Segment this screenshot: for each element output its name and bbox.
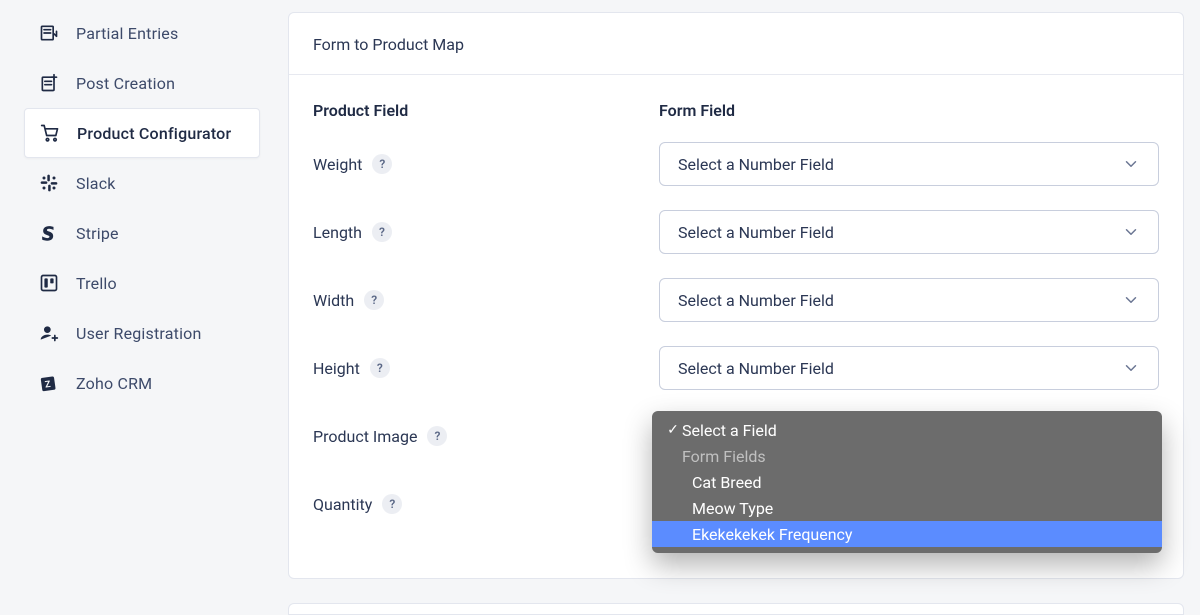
help-icon[interactable]: ? <box>370 358 390 378</box>
chevron-down-icon <box>1122 223 1140 241</box>
sidebar-item-label: Product Configurator <box>77 124 245 143</box>
dropdown-option-ekekekekek-frequency[interactable]: Ekekekekek Frequency <box>652 521 1162 547</box>
dropdown-option-label: Ekekekekek Frequency <box>692 525 853 544</box>
form-to-product-map-panel: Form to Product Map Product Field Form F… <box>288 12 1184 579</box>
dropdown-option-label: Meow Type <box>692 499 773 518</box>
form-field-dropdown[interactable]: ✓ Select a Field Form Fields Cat Breed <box>652 411 1162 553</box>
checkmark-icon: ✓ <box>664 422 682 438</box>
dropdown-group-label: Form Fields <box>682 447 766 466</box>
sidebar-item-product-configurator[interactable]: Product Configurator <box>24 108 260 158</box>
form-field-select-height[interactable]: Select a Number Field <box>659 346 1159 390</box>
help-icon[interactable]: ? <box>427 426 447 446</box>
stripe-icon <box>38 222 60 244</box>
chevron-down-icon <box>1122 155 1140 173</box>
sidebar-item-user-registration[interactable]: User Registration <box>24 308 260 358</box>
slack-icon <box>38 172 60 194</box>
sidebar-item-stripe[interactable]: Stripe <box>24 208 260 258</box>
form-field-select-length[interactable]: Select a Number Field <box>659 210 1159 254</box>
sidebar-item-slack[interactable]: Slack <box>24 158 260 208</box>
help-icon[interactable]: ? <box>382 494 402 514</box>
sidebar-item-label: Slack <box>76 174 246 193</box>
form-field-select-product-image[interactable]: Select a Field ✓ Select a Field <box>659 414 1159 458</box>
product-field-label: Product Image <box>313 427 417 446</box>
dropdown-option-meow-type[interactable]: Meow Type <box>652 495 1162 521</box>
select-value: Select a Number Field <box>678 155 834 174</box>
form-field-select-weight[interactable]: Select a Number Field <box>659 142 1159 186</box>
chevron-down-icon <box>1122 359 1140 377</box>
trello-icon <box>38 272 60 294</box>
select-value: Select a Number Field <box>678 223 834 242</box>
dropdown-option-label: Cat Breed <box>692 473 762 492</box>
dropdown-option-select-a-field[interactable]: ✓ Select a Field <box>652 417 1162 443</box>
product-field-label: Width <box>313 291 354 310</box>
sidebar-item-label: User Registration <box>76 324 246 343</box>
sidebar-item-label: Zoho CRM <box>76 374 246 393</box>
help-icon[interactable]: ? <box>372 154 392 174</box>
partial-entries-icon <box>38 22 60 44</box>
sidebar-item-label: Partial Entries <box>76 24 246 43</box>
product-field-label: Weight <box>313 155 362 174</box>
sidebar-item-partial-entries[interactable]: Partial Entries <box>24 8 260 58</box>
dropdown-group-form-fields: Form Fields <box>652 443 1162 469</box>
sidebar-item-trello[interactable]: Trello <box>24 258 260 308</box>
cart-icon <box>39 122 61 144</box>
column-header-form-field: Form Field <box>659 101 1159 120</box>
zoho-icon: Z <box>38 372 60 394</box>
dropdown-option-cat-breed[interactable]: Cat Breed <box>652 469 1162 495</box>
panel-title: Form to Product Map <box>289 13 1183 75</box>
product-field-label: Height <box>313 359 360 378</box>
select-value: Select a Number Field <box>678 359 834 378</box>
main-content: Form to Product Map Product Field Form F… <box>272 0 1200 615</box>
sidebar-item-label: Trello <box>76 274 246 293</box>
form-field-select-width[interactable]: Select a Number Field <box>659 278 1159 322</box>
column-header-product-field: Product Field <box>313 101 643 120</box>
product-field-label: Quantity <box>313 495 372 514</box>
sidebar-item-zoho-crm[interactable]: Z Zoho CRM <box>24 358 260 408</box>
select-value: Select a Number Field <box>678 291 834 310</box>
help-icon[interactable]: ? <box>372 222 392 242</box>
sidebar: Partial Entries Post Creation <box>0 0 272 615</box>
dropdown-option-label: Select a Field <box>682 421 777 440</box>
user-registration-icon <box>38 322 60 344</box>
sidebar-item-label: Post Creation <box>76 74 246 93</box>
sidebar-item-post-creation[interactable]: Post Creation <box>24 58 260 108</box>
post-creation-icon <box>38 72 60 94</box>
chevron-down-icon <box>1122 291 1140 309</box>
product-field-label: Length <box>313 223 362 242</box>
next-panel-top <box>288 603 1184 615</box>
sidebar-item-label: Stripe <box>76 224 246 243</box>
help-icon[interactable]: ? <box>364 290 384 310</box>
